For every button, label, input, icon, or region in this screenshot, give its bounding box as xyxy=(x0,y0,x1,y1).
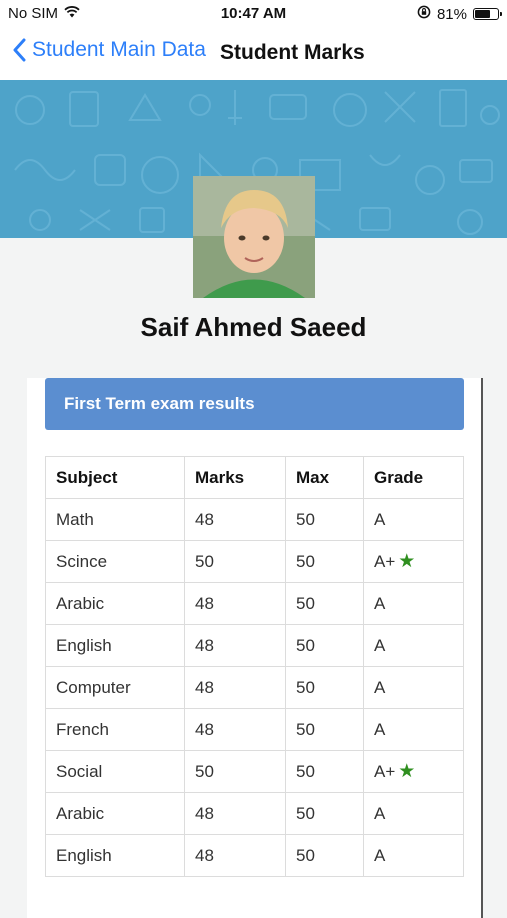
status-bar: 10:47 AM No SIM 81% xyxy=(0,0,507,28)
header-max: Max xyxy=(285,456,364,499)
back-button-label: Student Main Data xyxy=(32,38,206,61)
grade-cell: A+ ★ xyxy=(363,540,464,583)
marks-cell: 48 xyxy=(184,666,286,709)
term-title: First Term exam results xyxy=(45,378,464,430)
marks-cell: 48 xyxy=(184,582,286,625)
grade-label: A+ xyxy=(374,552,396,571)
table-header-row: Subject Marks Max Grade xyxy=(45,456,464,499)
grade-cell: A xyxy=(363,792,464,835)
table-row: French 48 50 A xyxy=(45,708,464,751)
grade-label: A xyxy=(374,593,386,613)
grade-cell: A xyxy=(363,582,464,625)
marks-cell: 48 xyxy=(184,834,286,877)
table-row: English 48 50 A xyxy=(45,834,464,877)
grade-cell: A xyxy=(363,834,464,877)
grade-label: A xyxy=(374,845,386,865)
max-cell: 50 xyxy=(285,708,364,751)
header-subject: Subject xyxy=(45,456,185,499)
battery-fill xyxy=(475,10,491,18)
grade-label: A xyxy=(374,635,386,655)
table-row: Arabic 48 50 A xyxy=(45,792,464,835)
subject-cell: English xyxy=(45,624,185,667)
navigation-bar: Student Main Data Student Marks xyxy=(0,28,507,81)
marks-table: Subject Marks Max Grade Math 48 50 A Sci… xyxy=(45,456,464,877)
marks-cell: 48 xyxy=(184,498,286,541)
subject-cell: Social xyxy=(45,750,185,793)
subject-cell: English xyxy=(45,834,185,877)
student-avatar xyxy=(193,176,315,298)
max-cell: 50 xyxy=(285,666,364,709)
page-title: Student Marks xyxy=(220,41,365,64)
grade-cell: A xyxy=(363,624,464,667)
battery-icon xyxy=(473,8,502,20)
max-cell: 50 xyxy=(285,582,364,625)
max-cell: 50 xyxy=(285,792,364,835)
grade-label: A xyxy=(374,719,386,739)
max-cell: 50 xyxy=(285,540,364,583)
child-portrait-image xyxy=(193,176,315,298)
marks-cell: 50 xyxy=(184,750,286,793)
max-cell: 50 xyxy=(285,750,364,793)
results-card: First Term exam results Subject Marks Ma… xyxy=(27,378,483,918)
rotation-lock-icon xyxy=(417,5,431,23)
subject-cell: French xyxy=(45,708,185,751)
back-button[interactable]: Student Main Data xyxy=(12,38,206,62)
marks-cell: 48 xyxy=(184,792,286,835)
grade-label: A+ xyxy=(374,762,396,781)
table-row: Social 50 50 A+ ★ xyxy=(45,750,464,793)
grade-cell: A xyxy=(363,498,464,541)
battery-percent: 81% xyxy=(436,5,467,23)
subject-cell: Math xyxy=(45,498,185,541)
subject-cell: Arabic xyxy=(45,792,185,835)
max-cell: 50 xyxy=(285,834,364,877)
marks-cell: 48 xyxy=(184,708,286,751)
marks-cell: 50 xyxy=(184,540,286,583)
table-row: Arabic 48 50 A xyxy=(45,582,464,625)
subject-cell: Computer xyxy=(45,666,185,709)
grade-cell: A+ ★ xyxy=(363,750,464,793)
table-row: Computer 48 50 A xyxy=(45,666,464,709)
wifi-icon xyxy=(64,5,80,22)
header-marks: Marks xyxy=(184,456,286,499)
grade-label: A xyxy=(374,677,386,697)
table-row: Math 48 50 A xyxy=(45,498,464,541)
grade-cell: A xyxy=(363,666,464,709)
star-icon: ★ xyxy=(398,551,416,572)
star-icon: ★ xyxy=(398,761,416,782)
table-row: English 48 50 A xyxy=(45,624,464,667)
max-cell: 50 xyxy=(285,498,364,541)
chevron-left-icon xyxy=(13,38,26,62)
table-row: Scince 50 50 A+ ★ xyxy=(45,540,464,583)
max-cell: 50 xyxy=(285,624,364,667)
status-right: 81% xyxy=(417,5,502,23)
marks-cell: 48 xyxy=(184,624,286,667)
grade-cell: A xyxy=(363,708,464,751)
carrier-label: No SIM xyxy=(8,5,59,22)
subject-cell: Arabic xyxy=(45,582,185,625)
status-left: No SIM xyxy=(8,5,80,22)
grade-label: A xyxy=(374,509,386,529)
grade-label: A xyxy=(374,803,386,823)
header-grade: Grade xyxy=(363,456,464,499)
subject-cell: Scince xyxy=(45,540,185,583)
student-name: Saif Ahmed Saeed xyxy=(140,312,367,342)
